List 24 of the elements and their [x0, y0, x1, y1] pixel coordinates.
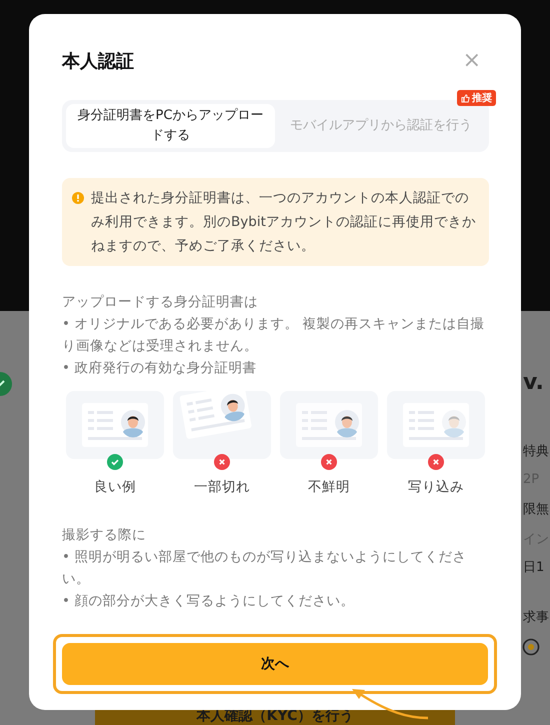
- notice-text: 提出された身分証明書は、一つのアカウントの本人認証でのみ利用できます。別のBybitアカウントの認証に再使用できかねますので、予めご了承ください。: [91, 189, 477, 256]
- requirement-text: • 政府発行の有効な身分証明書: [62, 359, 258, 378]
- tab[interactable]: 身分証明書をPCからアップロードする: [66, 104, 275, 148]
- background-text: 特典: [523, 443, 549, 460]
- background-text: 日1: [523, 559, 544, 576]
- background-text: 求事: [523, 609, 549, 626]
- next-button[interactable]: 次へ: [62, 643, 488, 685]
- tip-text: • 照明が明るい部屋で他のものが写り込まないようにしてください。: [62, 548, 468, 589]
- tab[interactable]: モバイルアプリから認証を行う: [277, 114, 485, 138]
- recommended-badge: 推奨: [457, 90, 496, 106]
- background-text: 限無: [523, 501, 549, 518]
- example-label: 写り込み: [408, 478, 464, 496]
- warning-icon: [72, 192, 84, 204]
- background-text: v.: [523, 370, 544, 395]
- requirement-text: アップロードする身分証明書は: [62, 293, 259, 312]
- example-label: 不鮮明: [308, 478, 350, 496]
- requirement-text: • オリジナルである必要があります。 複製の再スキャンまたは自撮り画像などは受理されません。: [62, 315, 486, 356]
- close-button[interactable]: ×: [462, 50, 489, 72]
- coin-icon: [522, 638, 540, 656]
- tip-text: • 顔の部分が大きく写るようにしてください。: [62, 592, 356, 611]
- tip-text: 撮影する際に: [62, 526, 147, 545]
- dialog-title: 本人認証: [62, 50, 134, 73]
- example-label: 一部切れ: [194, 478, 250, 496]
- example-label: 良い例: [94, 478, 136, 496]
